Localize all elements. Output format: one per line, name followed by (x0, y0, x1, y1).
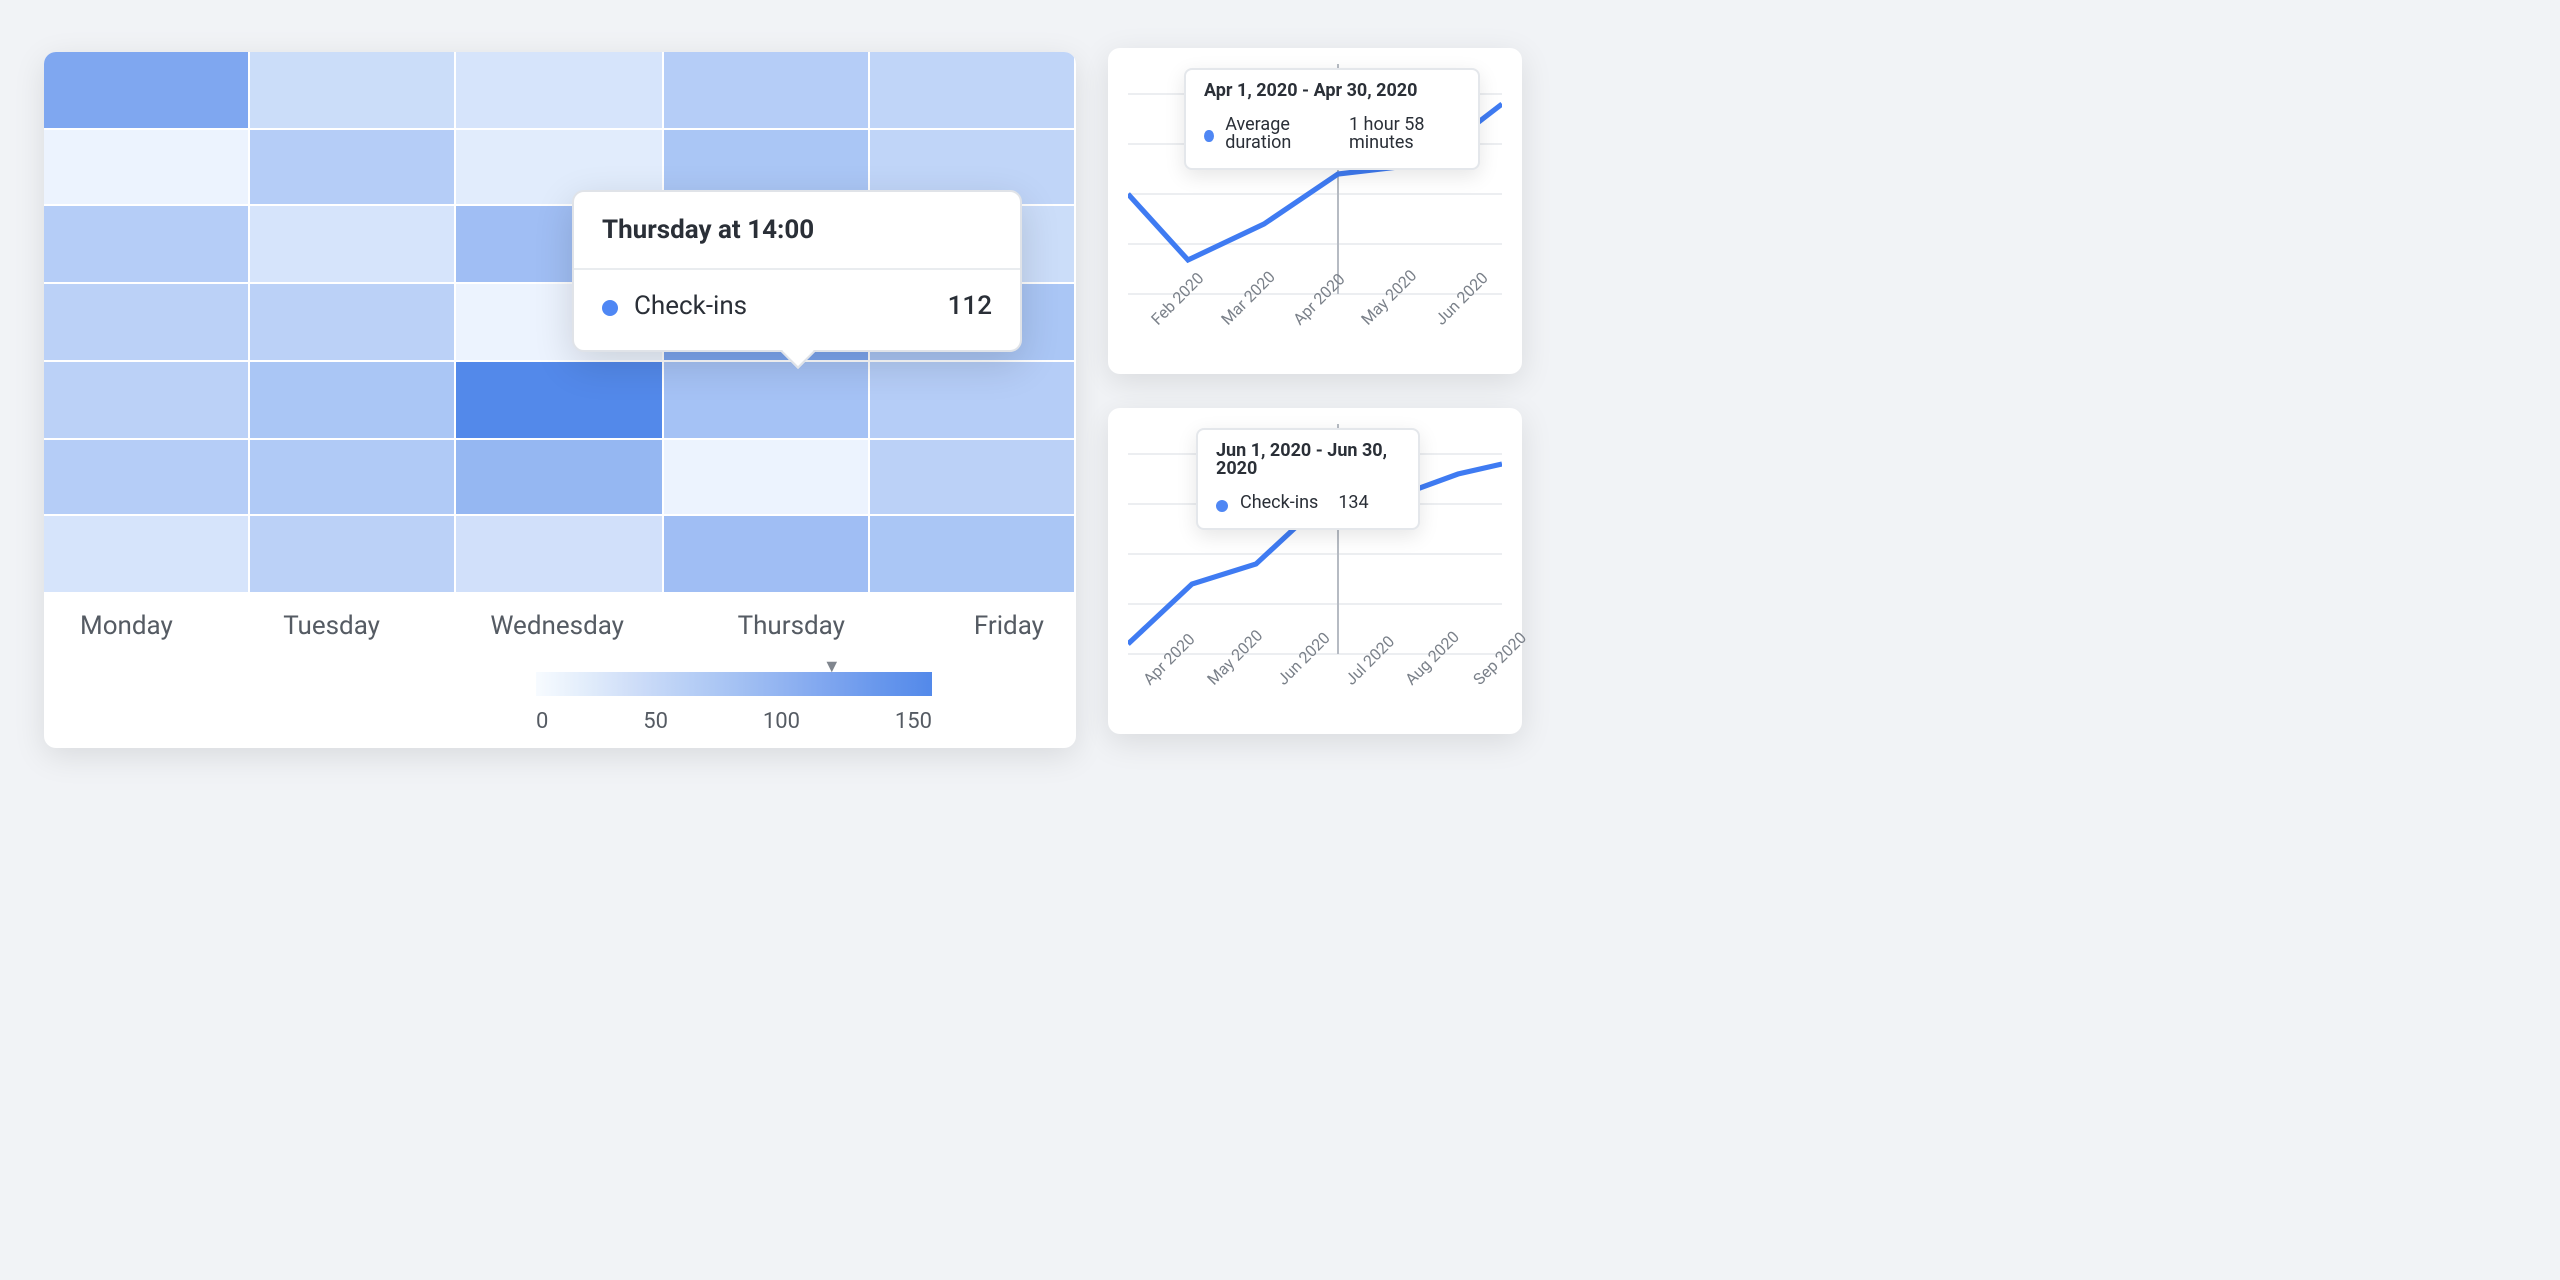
heatmap-cell[interactable] (870, 362, 1076, 439)
avg-duration-x-axis: Feb 2020 Mar 2020 Apr 2020 May 2020 Jun … (1128, 312, 1502, 334)
heatmap-cell[interactable] (457, 362, 663, 439)
legend-dot-icon (602, 299, 618, 315)
checkins-tooltip: Jun 1, 2020 - Jun 30, 2020 Check-ins 134 (1196, 428, 1420, 530)
tooltip-title: Apr 1, 2020 - Apr 30, 2020 (1186, 70, 1478, 114)
heatmap-cell[interactable] (457, 52, 663, 129)
heatmap-cell[interactable] (44, 439, 250, 516)
tooltip-label: Check-ins (1240, 496, 1318, 514)
tooltip-value: 134 (1338, 496, 1368, 514)
heatmap-cell[interactable] (663, 439, 869, 516)
heatmap-xlabel: Friday (853, 612, 1048, 668)
heatmap-cell[interactable] (870, 439, 1076, 516)
avg-duration-tooltip: Apr 1, 2020 - Apr 30, 2020 Average durat… (1184, 68, 1480, 170)
heatmap-cell[interactable] (250, 207, 456, 284)
heatmap-xlabel: Tuesday (267, 612, 462, 668)
heatmap-cell[interactable] (44, 129, 250, 206)
heatmap-cell[interactable] (250, 362, 456, 439)
heatmap-tooltip: Thursday at 14:00 Check-ins 112 (572, 190, 1022, 352)
heatmap-legend-gradient: ▼ (536, 672, 932, 696)
heatmap-cell[interactable] (250, 439, 456, 516)
heatmap-cell[interactable] (250, 284, 456, 361)
heatmap-legend-tick: 50 (643, 708, 668, 734)
heatmap-cell[interactable] (457, 439, 663, 516)
heatmap-cell[interactable] (44, 207, 250, 284)
heatmap-cell[interactable] (663, 362, 869, 439)
heatmap-cell[interactable] (250, 129, 456, 206)
heatmap-cell[interactable] (44, 52, 250, 129)
heatmap-cell[interactable] (44, 284, 250, 361)
legend-dot-icon (1216, 499, 1228, 511)
heatmap-cell[interactable] (250, 517, 456, 594)
heatmap-card: Monday Tuesday Wednesday Thursday Friday… (44, 52, 1076, 748)
heatmap-cell[interactable] (457, 517, 663, 594)
heatmap-legend-ticks: 0 50 100 150 (536, 708, 932, 734)
heatmap-cell[interactable] (250, 52, 456, 129)
heatmap-xlabel: Wednesday (462, 612, 657, 668)
heatmap-legend-tick: 100 (763, 708, 800, 734)
heatmap-cell[interactable] (870, 517, 1076, 594)
heatmap-cell[interactable] (663, 52, 869, 129)
heatmap-cell[interactable] (44, 517, 250, 594)
heatmap-cell[interactable] (44, 362, 250, 439)
heatmap-cell[interactable] (663, 517, 869, 594)
heatmap-legend-tick: 0 (536, 708, 548, 734)
tooltip-value: 1 hour 58 minutes (1349, 118, 1460, 154)
heatmap-xlabel: Monday (72, 612, 267, 668)
heatmap-legend-tick: 150 (895, 708, 932, 734)
heatmap-cell[interactable] (870, 52, 1076, 129)
heatmap-tooltip-title: Thursday at 14:00 (574, 192, 1020, 270)
heatmap-x-axis: Monday Tuesday Wednesday Thursday Friday (72, 612, 1048, 668)
heatmap-legend: ▼ 0 50 100 150 (536, 672, 932, 734)
checkins-x-axis: Apr 2020 May 2020 Jun 2020 Jul 2020 Aug … (1128, 672, 1502, 694)
avg-duration-card: Feb 2020 Mar 2020 Apr 2020 May 2020 Jun … (1108, 48, 1522, 374)
tooltip-title: Jun 1, 2020 - Jun 30, 2020 (1198, 430, 1418, 492)
checkins-card: Apr 2020 May 2020 Jun 2020 Jul 2020 Aug … (1108, 408, 1522, 734)
heatmap-legend-indicator-icon: ▼ (823, 656, 841, 678)
heatmap-tooltip-value: 112 (948, 292, 992, 322)
legend-dot-icon (1204, 130, 1213, 142)
heatmap-tooltip-label: Check-ins (634, 292, 747, 322)
tooltip-label: Average duration (1225, 118, 1329, 154)
